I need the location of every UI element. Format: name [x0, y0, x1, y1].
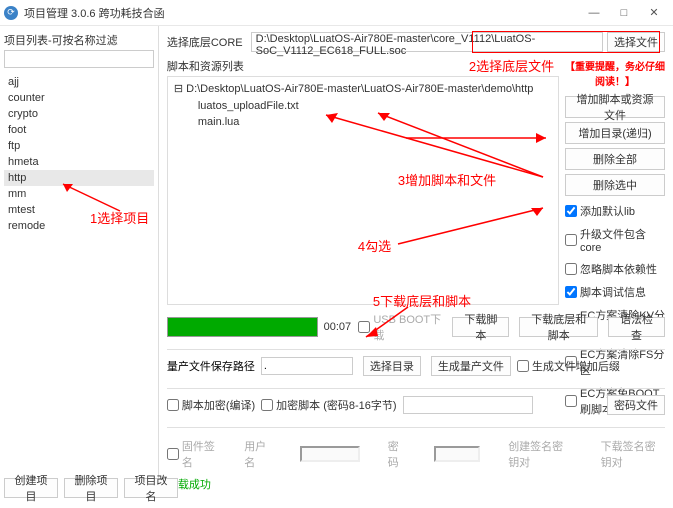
- username-label: 用户名: [244, 438, 272, 470]
- divider: [167, 349, 665, 350]
- download-key-label: 下载签名密钥对: [601, 438, 665, 470]
- core-label: 选择底层CORE: [167, 34, 243, 50]
- project-item[interactable]: hmeta: [4, 154, 154, 170]
- project-filter-label: 项目列表-可按名称过滤: [4, 32, 154, 48]
- arrow-icon: [393, 202, 553, 252]
- window-title: 项目管理 3.0.6 跨功耗技合函: [24, 5, 579, 21]
- ignore-dep-checkbox[interactable]: [565, 263, 577, 275]
- annotation-3: 3增加脚本和文件: [398, 171, 496, 191]
- firmware-sign-checkbox[interactable]: [167, 448, 179, 460]
- add-script-button[interactable]: 增加脚本或资源文件: [565, 96, 665, 118]
- suffix-checkbox[interactable]: [517, 360, 529, 372]
- debug-info-checkbox[interactable]: [565, 286, 577, 298]
- progress-bar: [167, 317, 318, 337]
- encrypt-script-checkbox[interactable]: [261, 399, 273, 411]
- create-project-button[interactable]: 创建项目: [4, 478, 58, 498]
- project-item[interactable]: mm: [4, 186, 154, 202]
- status-message: 下载成功: [167, 476, 665, 492]
- delete-all-button[interactable]: 删除全部: [565, 148, 665, 170]
- core-path-input[interactable]: D:\Desktop\LuatOS-Air780E-master\core_V1…: [251, 32, 603, 52]
- rename-project-button[interactable]: 项目改名: [124, 478, 178, 498]
- select-dir-button[interactable]: 选择目录: [363, 356, 421, 376]
- close-button[interactable]: ✕: [639, 3, 669, 23]
- gen-mass-file-button[interactable]: 生成量产文件: [431, 356, 511, 376]
- divider: [167, 427, 665, 428]
- annotation-5: 5下载底层和脚本: [373, 292, 471, 312]
- project-panel: 项目列表-可按名称过滤 ajj counter crypto foot ftp …: [0, 26, 159, 496]
- tree-file[interactable]: luatos_uploadFile.txt: [174, 98, 552, 115]
- annotation-1: 1选择项目: [90, 208, 149, 227]
- download-script-button[interactable]: 下载脚本: [452, 317, 509, 337]
- project-item[interactable]: ajj: [4, 74, 154, 90]
- syntax-check-button[interactable]: 语法检查: [608, 317, 665, 337]
- download-core-script-button[interactable]: 下载底层和脚本: [519, 317, 598, 337]
- project-item[interactable]: foot: [4, 122, 154, 138]
- project-item[interactable]: crypto: [4, 106, 154, 122]
- script-tree[interactable]: ⊟ D:\Desktop\LuatOS-Air780E-master\LuatO…: [167, 76, 559, 305]
- project-list: ajj counter crypto foot ftp hmeta http m…: [4, 74, 154, 490]
- tree-root[interactable]: ⊟ D:\Desktop\LuatOS-Air780E-master\LuatO…: [174, 81, 552, 98]
- delete-project-button[interactable]: 删除项目: [64, 478, 118, 498]
- password-label: 密码: [388, 438, 406, 470]
- project-filter-input[interactable]: [4, 50, 154, 68]
- create-key-label: 创建签名密钥对: [508, 438, 572, 470]
- username-input: [300, 446, 360, 462]
- annotation-4: 4勾选: [358, 237, 391, 257]
- project-item[interactable]: ftp: [4, 138, 154, 154]
- add-dir-button[interactable]: 增加目录(递归): [565, 122, 665, 144]
- right-panel: 选择底层CORE D:\Desktop\LuatOS-Air780E-maste…: [159, 26, 673, 496]
- mass-path-label: 量产文件保存路径: [167, 358, 255, 374]
- password-file-button[interactable]: 密码文件: [607, 395, 665, 415]
- default-lib-checkbox[interactable]: [565, 205, 577, 217]
- password-input[interactable]: [403, 396, 533, 414]
- app-icon: ⟳: [4, 6, 18, 20]
- maximize-button[interactable]: □: [609, 3, 639, 23]
- project-item[interactable]: http: [4, 170, 154, 186]
- divider: [167, 388, 665, 389]
- project-item[interactable]: counter: [4, 90, 154, 106]
- tree-file[interactable]: main.lua: [174, 114, 552, 131]
- usb-boot-checkbox[interactable]: [358, 321, 370, 333]
- title-bar: ⟳ 项目管理 3.0.6 跨功耗技合函 — □ ✕: [0, 0, 673, 26]
- time-label: 00:07: [324, 321, 353, 333]
- sign-password-input: [434, 446, 480, 462]
- upgrade-core-checkbox[interactable]: [565, 234, 577, 246]
- script-compile-checkbox[interactable]: [167, 399, 179, 411]
- minimize-button[interactable]: —: [579, 3, 609, 23]
- delete-selected-button[interactable]: 删除选中: [565, 174, 665, 196]
- annotation-2: 2选择底层文件: [469, 56, 554, 75]
- select-core-button[interactable]: 选择文件: [607, 32, 665, 52]
- important-note: 【重要提醒，务必仔细阅读！】: [565, 58, 665, 88]
- mass-path-input[interactable]: [261, 357, 353, 375]
